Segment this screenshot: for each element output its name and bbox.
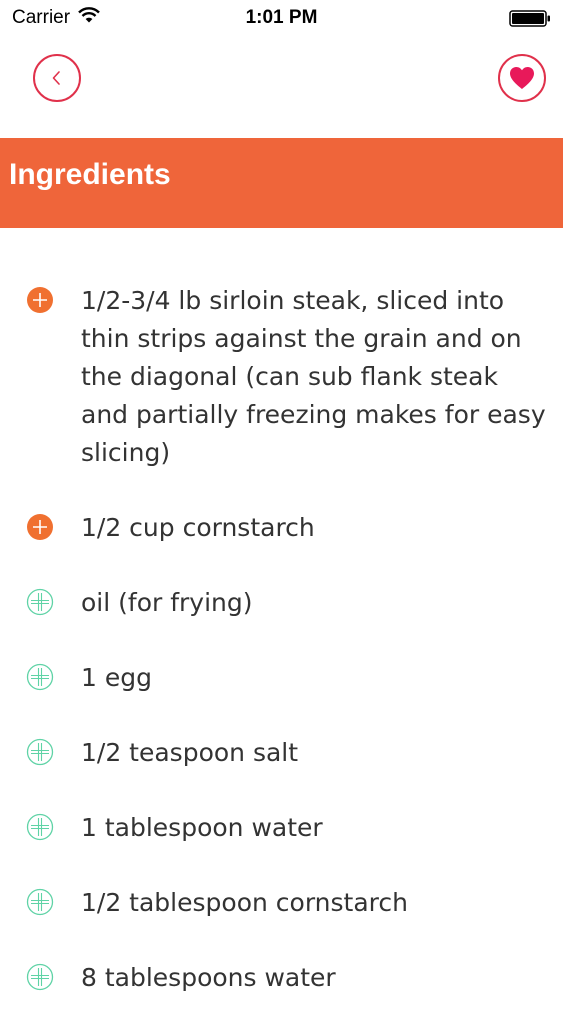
back-button[interactable] — [33, 54, 81, 102]
section-title: Ingredients — [9, 158, 171, 191]
add-outline-icon[interactable] — [26, 813, 54, 841]
ingredient-text: 1 tablespoon water — [81, 813, 323, 842]
ingredient-text: 1/2-3/4 lb sirloin steak, sliced into th… — [81, 286, 546, 467]
battery-full-icon — [509, 10, 551, 27]
ingredient-item: 1/2 teaspoon salt — [0, 734, 563, 772]
heart-icon — [510, 67, 534, 89]
add-outline-icon[interactable] — [26, 888, 54, 916]
add-outline-icon[interactable] — [26, 588, 54, 616]
add-filled-icon[interactable] — [26, 513, 54, 541]
add-filled-icon[interactable] — [26, 286, 54, 314]
chevron-left-icon — [52, 71, 60, 85]
ingredients-header: Ingredients — [0, 138, 563, 228]
favorite-button[interactable] — [498, 54, 546, 102]
ingredient-item: 1/2 tablespoon cornstarch — [0, 884, 563, 922]
ingredient-list: 1/2-3/4 lb sirloin steak, sliced into th… — [0, 282, 563, 1034]
ingredient-text: 1/2 tablespoon cornstarch — [81, 888, 408, 917]
add-outline-icon[interactable] — [26, 963, 54, 991]
ingredient-item: oil (for frying) — [0, 584, 563, 622]
ingredient-item: 1 egg — [0, 659, 563, 697]
status-bar: Carrier 1:01 PM — [0, 0, 563, 40]
status-time: 1:01 PM — [245, 7, 318, 28]
ingredient-item: 1 tablespoon water — [0, 809, 563, 847]
nav-bar — [0, 40, 563, 130]
ingredient-text: 1 egg — [81, 663, 152, 692]
ingredient-text: oil (for frying) — [81, 588, 253, 617]
ingredient-item: 1/2-3/4 lb sirloin steak, sliced into th… — [0, 282, 563, 472]
ingredient-text: 1/2 teaspoon salt — [81, 738, 299, 767]
add-outline-icon[interactable] — [26, 663, 54, 691]
ingredient-item: 8 tablespoons water — [0, 959, 563, 997]
ingredient-text: 8 tablespoons water — [81, 963, 336, 992]
add-outline-icon[interactable] — [26, 738, 54, 766]
ingredient-text: 1/2 cup cornstarch — [81, 513, 315, 542]
ingredient-item: 1/2 cup cornstarch — [0, 509, 563, 547]
